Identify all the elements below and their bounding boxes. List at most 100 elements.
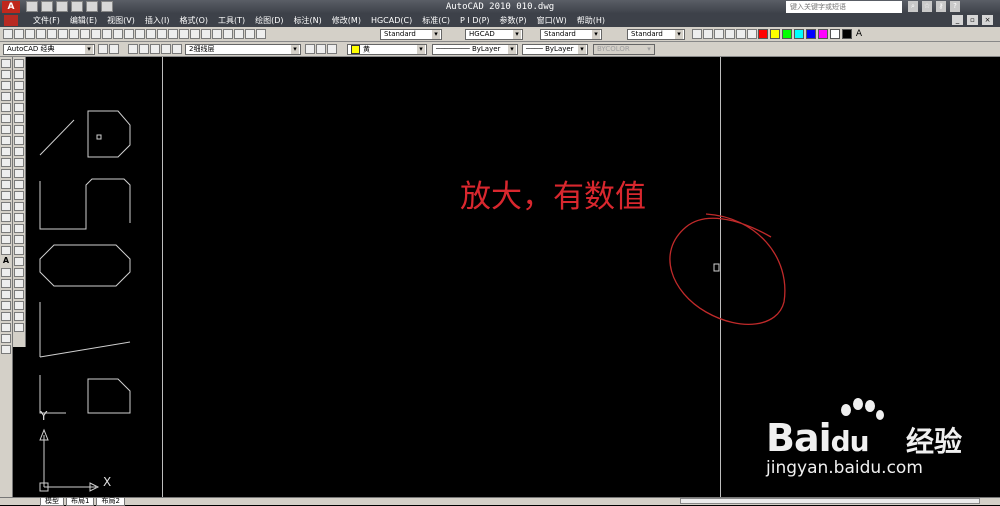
menu-parametric[interactable]: 参数(P) [495, 14, 532, 27]
revcloud-icon[interactable] [1, 136, 11, 145]
circle-icon[interactable] [1, 125, 11, 134]
color-blue[interactable] [806, 29, 816, 39]
horizontal-scrollbar[interactable] [680, 498, 980, 504]
mirror-icon[interactable] [1, 290, 11, 299]
hatch-icon[interactable] [1, 213, 11, 222]
line-icon[interactable] [1, 59, 11, 68]
layer-manager-icon[interactable] [128, 44, 138, 54]
lock-icon[interactable] [161, 44, 171, 54]
gradient-icon[interactable] [1, 224, 11, 233]
color-magenta[interactable] [818, 29, 828, 39]
color-red[interactable] [758, 29, 768, 39]
table-style-select[interactable]: Standard [540, 29, 602, 40]
sheet-set-icon[interactable] [223, 29, 233, 39]
extend-icon[interactable] [14, 81, 24, 90]
polygon-icon[interactable] [1, 92, 11, 101]
menu-file[interactable]: 文件(F) [28, 14, 65, 27]
close-icon[interactable]: × [982, 15, 993, 25]
break-icon[interactable] [14, 92, 24, 101]
make-current-icon[interactable] [305, 44, 315, 54]
ellipse-arc-icon[interactable] [1, 169, 11, 178]
redo-tool-icon[interactable] [135, 29, 145, 39]
table-icon[interactable] [1, 246, 11, 255]
color-select[interactable]: 黄 [347, 44, 427, 55]
osnap-intersection-icon[interactable] [14, 169, 24, 178]
minimize-icon[interactable]: _ [952, 15, 963, 25]
offset-icon[interactable] [1, 301, 11, 310]
zoom-window-icon[interactable] [168, 29, 178, 39]
region-icon[interactable] [1, 235, 11, 244]
osnap-none-icon[interactable] [14, 235, 24, 244]
plot-icon[interactable] [36, 29, 46, 39]
mleader-remove-icon[interactable] [714, 29, 724, 39]
menu-help[interactable]: 帮助(H) [572, 14, 610, 27]
bulb-icon[interactable] [139, 44, 149, 54]
mtext-icon[interactable]: A [1, 257, 11, 266]
document-icon[interactable] [4, 15, 18, 26]
binoculars-icon[interactable]: ⌕ [908, 1, 918, 12]
mleader-add-icon[interactable] [703, 29, 713, 39]
search-input[interactable]: 键入关键字或短语 [786, 1, 902, 13]
trim-icon[interactable] [14, 70, 24, 79]
copy-object-icon[interactable] [1, 279, 11, 288]
insert-block-icon[interactable] [1, 180, 11, 189]
tab-layout1[interactable]: 布局1 [66, 497, 95, 506]
dim-aligned-icon[interactable] [14, 268, 24, 277]
menu-draw[interactable]: 绘图(D) [250, 14, 288, 27]
osnap-endpoint-icon[interactable] [14, 147, 24, 156]
color-green[interactable] [782, 29, 792, 39]
menu-format[interactable]: 格式(O) [174, 14, 213, 27]
markup-icon[interactable] [234, 29, 244, 39]
osnap-center-icon[interactable] [14, 180, 24, 189]
layer-color-icon[interactable] [172, 44, 182, 54]
point-icon[interactable] [1, 202, 11, 211]
cut-icon[interactable] [69, 29, 79, 39]
menu-window[interactable]: 窗口(W) [532, 14, 572, 27]
tab-model[interactable]: 模型 [40, 497, 64, 506]
matchprop-icon[interactable] [102, 29, 112, 39]
fillet-icon[interactable] [14, 125, 24, 134]
tool-palettes-icon[interactable] [212, 29, 222, 39]
osnap-settings-icon[interactable] [14, 246, 24, 255]
color-black[interactable] [842, 29, 852, 39]
publish-icon[interactable] [58, 29, 68, 39]
menu-modify[interactable]: 修改(M) [327, 14, 366, 27]
tab-layout2[interactable]: 布局2 [96, 497, 125, 506]
menu-pid[interactable]: P I D(P) [455, 14, 495, 27]
osnap-quadrant-icon[interactable] [14, 191, 24, 200]
undo-tool-icon[interactable] [124, 29, 134, 39]
copy-icon[interactable] [80, 29, 90, 39]
rotate-icon[interactable] [1, 334, 11, 343]
plus-icon[interactable] [14, 323, 24, 332]
osnap-tangent-icon[interactable] [14, 202, 24, 211]
menu-edit[interactable]: 编辑(E) [65, 14, 102, 27]
key-icon[interactable]: ⚷ [936, 1, 946, 12]
workspace-select[interactable]: AutoCAD 经典 [3, 44, 95, 55]
osnap-perpendicular-icon[interactable] [14, 213, 24, 222]
menu-tools[interactable]: 工具(T) [213, 14, 250, 27]
layer-previous-icon[interactable] [316, 44, 326, 54]
layer-select[interactable]: 2细线层 [185, 44, 301, 55]
restore-icon[interactable]: ▫ [967, 15, 978, 25]
workspace-settings-icon[interactable] [98, 44, 108, 54]
pan-icon[interactable] [146, 29, 156, 39]
menu-insert[interactable]: 插入(I) [140, 14, 175, 27]
paste-icon[interactable] [91, 29, 101, 39]
text-style-select[interactable]: Standard [380, 29, 442, 40]
mleader-align-icon[interactable] [725, 29, 735, 39]
color-cyan[interactable] [794, 29, 804, 39]
stretch-icon[interactable] [14, 59, 24, 68]
menu-hgcad[interactable]: HGCAD(C) [366, 14, 417, 27]
spline-icon[interactable] [1, 147, 11, 156]
array-icon[interactable] [1, 312, 11, 321]
zoom-realtime-icon[interactable] [157, 29, 167, 39]
mleader-collect-icon[interactable] [736, 29, 746, 39]
osnap-midpoint-icon[interactable] [14, 158, 24, 167]
lineweight-select[interactable]: ──── ByLayer [522, 44, 588, 55]
menu-standard[interactable]: 标准(C) [417, 14, 455, 27]
polyline-icon[interactable] [1, 81, 11, 90]
dim-style-select[interactable]: HGCAD [465, 29, 523, 40]
dim-baseline-icon[interactable] [14, 301, 24, 310]
design-center-icon[interactable] [201, 29, 211, 39]
sun-icon[interactable] [150, 44, 160, 54]
